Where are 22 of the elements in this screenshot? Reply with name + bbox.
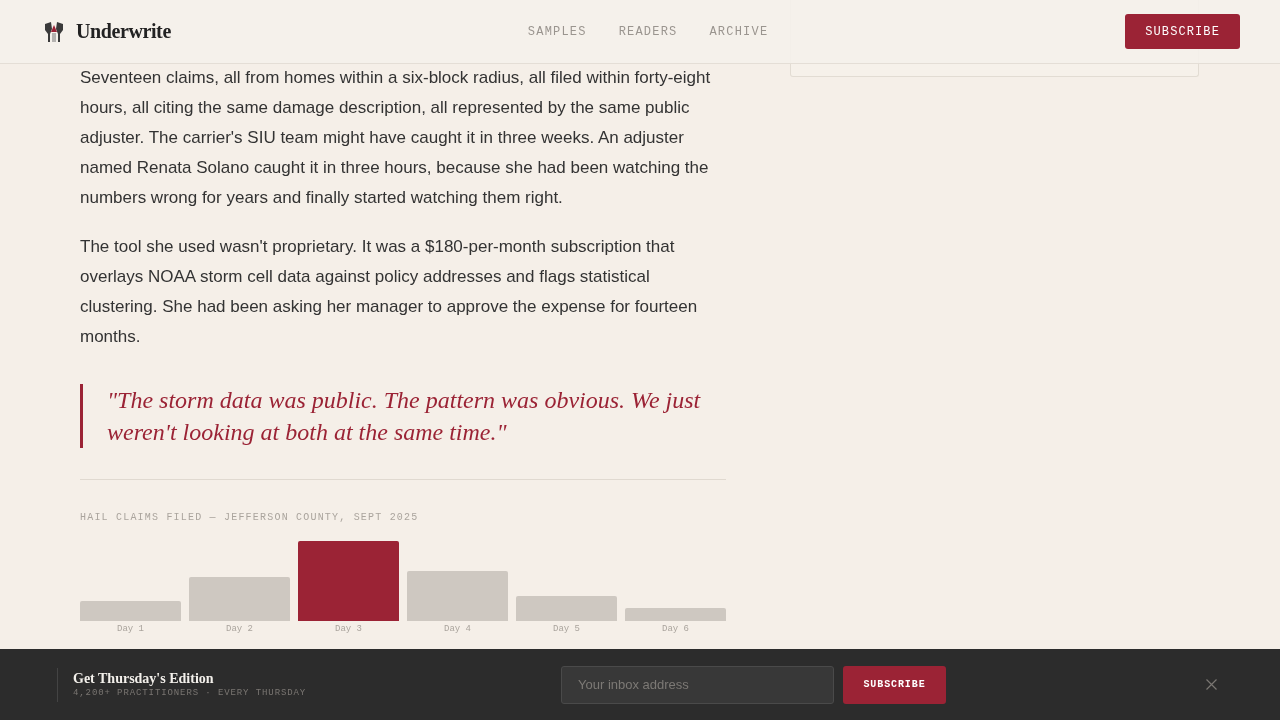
signup-title: Get Thursday's Edition — [73, 669, 214, 687]
article-paragraph: The tool she used wasn't proprietary. It was a $180-per-month subscription that overlays NOAA storm cell data against policy addresses and flags statistical clustering. She had been asking her manager to approve the expense for fourteen months. — [80, 236, 699, 348]
close-button[interactable] — [1204, 677, 1218, 692]
pull-quote: "The storm data was public. The pattern was obvious. We just weren't looking at both at the same time." — [80, 384, 726, 448]
chart-title: HAIL CLAIMS FILED — JEFFERSON COUNTY, SEPT 2025 — [80, 512, 420, 524]
email-field[interactable]: Your inbox address — [561, 665, 834, 704]
logo-icon — [43, 20, 65, 43]
close-icon — [1205, 679, 1217, 690]
nav-link[interactable]: ARCHIVE — [709, 24, 769, 39]
bar-label: Day 5 — [553, 624, 580, 635]
nav-link[interactable]: SAMPLES — [527, 24, 587, 39]
bar-label: Day 6 — [662, 624, 689, 635]
bar-label: Day 1 — [117, 624, 144, 635]
article-paragraph: Seventeen claims, all from homes within a six-block radius, all filed within forty-eight hours, all citing the same damage description, all represented by the same public adjuster. The carrier's SIU team might have caught it in three weeks. An adjuster named Renata Solano caught it in three hours, because she had been watching the numbers wrong for years and finally started watching them right. — [80, 67, 712, 209]
subscribe-button[interactable]: SUBSCRIBE — [843, 665, 946, 704]
subscribe-button[interactable]: SUBSCRIBE — [1125, 14, 1240, 49]
bar-label: Day 2 — [226, 624, 253, 635]
brand-name: Underwrite — [76, 20, 171, 43]
signup-subtitle: 4,200+ PRACTITIONERS · EVERY THURSDAY — [73, 686, 307, 700]
bar-label: Day 4 — [444, 624, 471, 635]
bar-label: Day 3 — [335, 624, 362, 635]
nav-link[interactable]: READERS — [618, 24, 678, 39]
